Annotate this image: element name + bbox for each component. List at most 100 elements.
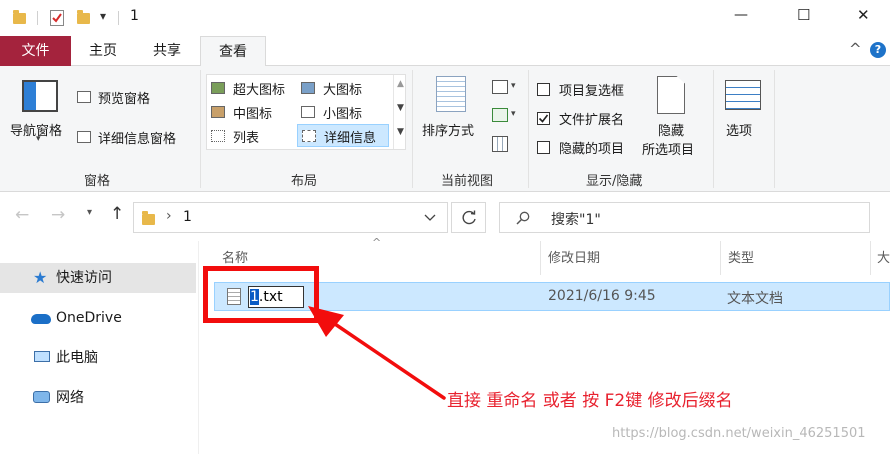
file-date-modified: 2021/6/16 9:45 <box>548 288 656 304</box>
chevron-down-icon: ▾ <box>511 109 516 119</box>
tab-file[interactable]: 文件 <box>0 36 71 66</box>
group-label-layout: 布局 <box>291 174 318 189</box>
list-icon <box>211 130 225 142</box>
minimize-button[interactable]: — <box>734 7 748 23</box>
close-button[interactable]: ✕ <box>857 6 870 24</box>
layout-list[interactable]: 列表 <box>211 127 259 146</box>
group-label-current-view: 当前视图 <box>441 174 494 189</box>
divider <box>774 70 775 188</box>
sort-by-button[interactable]: 排序方式 <box>420 72 486 152</box>
ribbon-tabs: 文件 主页 共享 查看 ^ ? <box>0 36 890 67</box>
hidden-items-checkbox[interactable] <box>537 141 550 154</box>
chevron-down-icon[interactable] <box>424 214 436 222</box>
item-checkboxes-checkbox[interactable] <box>537 83 550 96</box>
divider <box>118 11 119 25</box>
tab-home[interactable]: 主页 <box>84 36 122 66</box>
watermark: https://blog.csdn.net/weixin_46251501 <box>612 426 866 441</box>
sort-icon <box>436 76 466 112</box>
item-checkboxes-toggle[interactable]: 项目复选框 <box>537 80 624 99</box>
navigation-pane-button[interactable]: 导航窗格 ▾ <box>8 70 72 156</box>
hide-selected-label-2: 所选项目 <box>642 143 695 158</box>
group-label-show-hide: 显示/隐藏 <box>586 174 643 189</box>
breadcrumb-item[interactable]: 1 <box>183 209 192 225</box>
properties-icon[interactable] <box>50 10 64 26</box>
nav-item-quick-access[interactable]: ★ 快速访问 <box>0 263 196 293</box>
nav-item-network[interactable]: 网络 <box>0 383 196 413</box>
customize-toolbar-icon[interactable]: ▾ <box>100 9 106 23</box>
nav-item-label: 快速访问 <box>56 270 112 286</box>
column-header-size[interactable]: 大 <box>877 244 890 274</box>
address-bar[interactable]: › 1 <box>133 202 448 233</box>
navigation-pane-icon <box>22 80 58 112</box>
options-label: 选项 <box>726 124 753 139</box>
layout-small-icons[interactable]: 小图标 <box>301 103 362 122</box>
nav-item-onedrive[interactable]: OneDrive <box>0 303 196 333</box>
hide-selected-items-button[interactable]: 隐藏 所选项目 <box>640 72 706 162</box>
extra-large-icons-icon <box>211 82 225 94</box>
divider <box>200 70 201 188</box>
layout-extra-large-icons[interactable]: 超大图标 <box>211 79 285 98</box>
hidden-items-label: 隐藏的项目 <box>559 142 625 157</box>
folder-icon <box>142 211 155 225</box>
preview-pane-label: 预览窗格 <box>98 92 151 107</box>
layout-item-label: 小图标 <box>323 107 363 122</box>
star-icon: ★ <box>33 268 48 287</box>
preview-pane-button[interactable]: 预览窗格 <box>77 88 150 107</box>
refresh-button[interactable] <box>451 202 486 233</box>
column-divider[interactable] <box>720 241 721 275</box>
file-extensions-toggle[interactable]: 文件扩展名 <box>537 109 624 128</box>
divider <box>412 70 413 188</box>
size-columns-icon[interactable] <box>492 136 508 152</box>
ribbon: 导航窗格 ▾ 预览窗格 详细信息窗格 窗格 超大图标 大图标 中图标 小图标 列… <box>0 66 890 192</box>
details-pane-label: 详细信息窗格 <box>98 132 177 147</box>
layout-item-label: 详细信息 <box>324 131 377 146</box>
new-folder-icon[interactable] <box>77 10 90 24</box>
group-label-panes: 窗格 <box>84 174 111 189</box>
options-icon <box>725 80 761 110</box>
hidden-items-toggle[interactable]: 隐藏的项目 <box>537 138 624 157</box>
help-icon[interactable]: ? <box>870 42 886 58</box>
breadcrumb-separator: › <box>166 208 172 224</box>
add-columns-icon[interactable] <box>492 108 508 122</box>
gallery-scrollbar[interactable]: ▲ ▼ ▼ <box>393 75 406 149</box>
file-extensions-label: 文件扩展名 <box>559 113 625 128</box>
collapse-ribbon-icon[interactable]: ^ <box>849 40 862 58</box>
chevron-down-icon: ▾ <box>36 134 41 144</box>
medium-icons-icon <box>211 106 225 118</box>
options-button[interactable]: 选项 <box>720 72 768 152</box>
details-pane-icon <box>77 131 91 143</box>
file-extensions-checkbox[interactable] <box>537 112 550 125</box>
search-placeholder: 搜索"1" <box>551 212 601 228</box>
back-icon[interactable]: ← <box>15 205 29 225</box>
search-icon <box>516 211 530 225</box>
navigation-pane: ★ 快速访问 OneDrive 此电脑 网络 <box>0 241 199 454</box>
column-divider[interactable] <box>870 241 871 275</box>
small-icons-icon <box>301 106 315 118</box>
group-by-icon[interactable] <box>492 80 508 94</box>
divider <box>528 70 529 188</box>
computer-icon <box>34 351 50 362</box>
hide-document-icon <box>657 76 685 114</box>
recent-locations-icon[interactable]: ▾ <box>87 207 92 218</box>
column-divider[interactable] <box>540 241 541 275</box>
nav-item-this-pc[interactable]: 此电脑 <box>0 343 196 373</box>
tab-share[interactable]: 共享 <box>148 36 186 66</box>
folder-icon <box>13 10 26 24</box>
maximize-button[interactable]: ☐ <box>797 6 810 24</box>
up-icon[interactable]: ↑ <box>110 204 124 224</box>
layout-large-icons[interactable]: 大图标 <box>301 79 362 98</box>
network-icon <box>33 391 50 403</box>
column-header-date-modified[interactable]: 修改日期 <box>548 244 600 274</box>
column-header-type[interactable]: 类型 <box>728 244 754 274</box>
file-explorer-window: ▾ 1 — ☐ ✕ 文件 主页 共享 查看 ^ ? 导航窗格 ▾ 预览窗格 详细… <box>0 0 890 454</box>
tab-view[interactable]: 查看 <box>200 36 266 67</box>
details-pane-button[interactable]: 详细信息窗格 <box>77 128 176 147</box>
nav-item-label: 网络 <box>56 390 84 406</box>
search-box[interactable]: 搜索"1" <box>499 202 870 233</box>
layout-details-selected[interactable]: 详细信息 <box>297 124 389 147</box>
refresh-icon <box>462 210 476 225</box>
hide-selected-label-1: 隐藏 <box>658 124 685 139</box>
window-title: 1 <box>130 8 139 24</box>
forward-icon[interactable]: → <box>51 205 65 225</box>
layout-medium-icons[interactable]: 中图标 <box>211 103 272 122</box>
